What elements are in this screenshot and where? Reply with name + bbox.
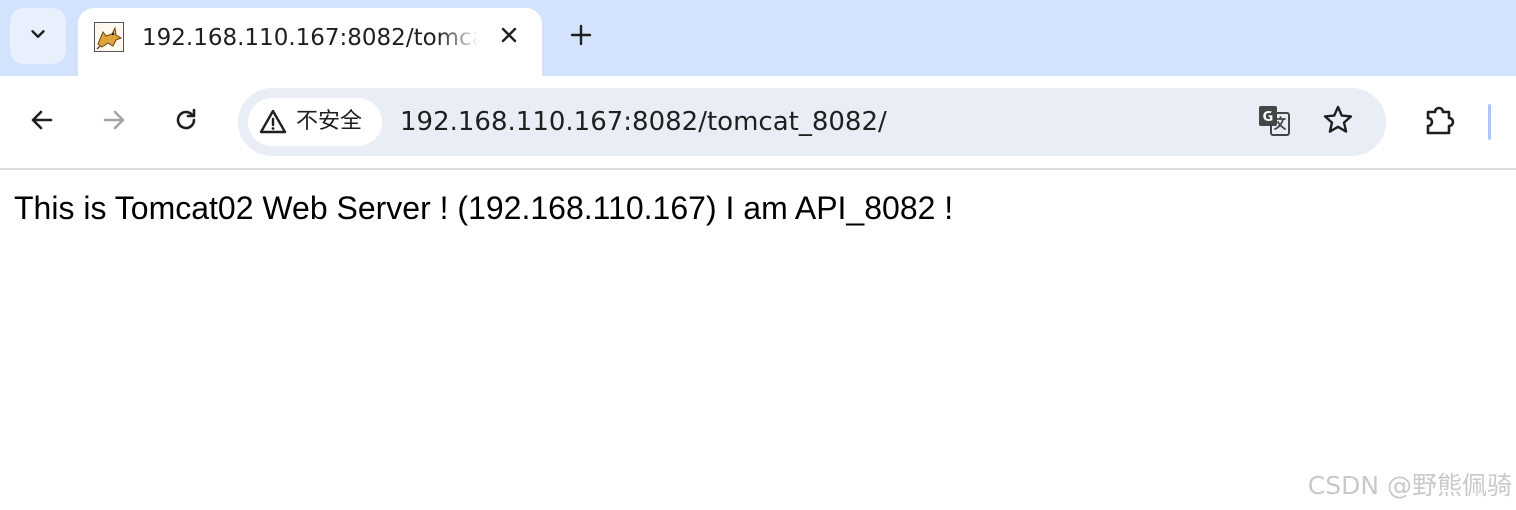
security-chip[interactable]: 不安全 [248,98,382,146]
tomcat-cat-icon [94,22,124,52]
page-body-text: This is Tomcat02 Web Server ! (192.168.1… [14,190,954,226]
back-button[interactable] [20,100,64,144]
tab-close-button[interactable] [494,22,524,52]
watermark: CSDN @野熊佩骑 [1307,471,1512,500]
reload-icon [172,106,200,138]
plus-icon [569,23,593,51]
star-icon [1321,103,1355,141]
chevron-down-icon [27,23,49,49]
close-icon [499,25,519,49]
security-label: 不安全 [296,109,363,134]
tab-search-button[interactable] [10,8,66,64]
browser-toolbar: 不安全 192.168.110.167:8082/tomcat_8082/ G [0,76,1516,170]
tab-title: 192.168.110.167:8082/tomcat_8082/ [142,25,478,51]
active-tab[interactable]: 192.168.110.167:8082/tomcat_8082/ [78,8,542,76]
translate-button[interactable]: G [1254,102,1294,142]
extensions-button[interactable] [1418,100,1462,144]
tab-strip: 192.168.110.167:8082/tomcat_8082/ [0,0,1516,76]
new-tab-button[interactable] [562,18,600,56]
arrow-left-icon [28,106,56,138]
url-text[interactable]: 192.168.110.167:8082/tomcat_8082/ [400,104,887,140]
arrow-right-icon [100,106,128,138]
forward-button[interactable] [92,100,136,144]
warning-triangle-icon [258,107,288,137]
toolbar-separator [1488,104,1491,140]
puzzle-icon [1422,102,1458,142]
bookmark-button[interactable] [1318,102,1358,142]
page-content: This is Tomcat02 Web Server ! (192.168.1… [0,170,1516,510]
translate-icon: G [1257,103,1291,141]
reload-button[interactable] [164,100,208,144]
address-bar[interactable]: 不安全 192.168.110.167:8082/tomcat_8082/ G [238,88,1386,156]
